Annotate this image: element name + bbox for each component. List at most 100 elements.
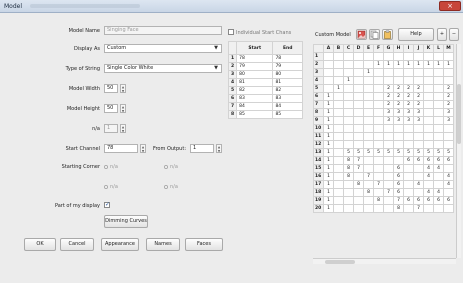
grid-cell[interactable] (333, 60, 344, 69)
grid-cell[interactable]: 1 (323, 92, 334, 101)
grid-cell[interactable]: 1 (343, 76, 354, 85)
grid-cell[interactable]: 1 (423, 60, 434, 69)
grid-cell[interactable] (353, 84, 364, 93)
grid-cell[interactable]: 2 (383, 100, 394, 109)
grid-cell[interactable] (383, 180, 394, 189)
scroll-thumb[interactable] (457, 84, 461, 144)
range-end-cell[interactable]: 80 (272, 70, 303, 79)
grid-cell[interactable] (443, 204, 454, 213)
grid-cell[interactable] (333, 76, 344, 85)
grid-cell[interactable]: 2 (383, 92, 394, 101)
scroll-thumb[interactable] (325, 260, 355, 264)
range-end-cell[interactable]: 81 (272, 78, 303, 87)
grid-cell[interactable]: 7 (393, 196, 404, 205)
grid-cell[interactable] (423, 92, 434, 101)
grid-cell[interactable] (403, 132, 414, 141)
grid-cell[interactable] (393, 132, 404, 141)
grid-cell[interactable]: 5 (403, 148, 414, 157)
type-of-string-select[interactable]: Single Color White ▼ (104, 64, 222, 73)
grid-cell[interactable] (363, 164, 374, 173)
grid-cell[interactable]: 3 (383, 116, 394, 125)
grid-cell[interactable] (423, 100, 434, 109)
radio-corner-3[interactable]: n/a (104, 184, 118, 190)
range-end-cell[interactable]: 84 (272, 102, 303, 111)
grid-cell[interactable]: 5 (383, 148, 394, 157)
grid-cell[interactable] (413, 52, 424, 61)
grid-cell[interactable] (393, 52, 404, 61)
grid-cell[interactable] (333, 204, 344, 213)
grid-cell[interactable]: 1 (323, 116, 334, 125)
grid-cell[interactable] (373, 52, 384, 61)
grid-cell[interactable] (343, 60, 354, 69)
range-start-cell[interactable]: 80 (236, 70, 274, 79)
grid-cell[interactable]: 2 (393, 100, 404, 109)
grid-cell[interactable]: 5 (443, 148, 454, 157)
grid-cell[interactable] (433, 92, 444, 101)
grid-cell[interactable] (423, 132, 434, 141)
grid-cell[interactable]: 2 (443, 92, 454, 101)
grid-cell[interactable]: 7 (353, 156, 364, 165)
grid-cell[interactable]: 6 (423, 156, 434, 165)
grid-cell[interactable] (343, 140, 354, 149)
grid-cell[interactable] (403, 140, 414, 149)
grid-cell[interactable]: 1 (323, 188, 334, 197)
grid-cell[interactable] (433, 68, 444, 77)
grid-cell[interactable] (423, 116, 434, 125)
grid-cell[interactable] (333, 108, 344, 117)
grid-cell[interactable] (363, 116, 374, 125)
grid-cell[interactable]: 4 (443, 180, 454, 189)
display-as-select[interactable]: Custom ▼ (104, 44, 222, 53)
grid-cell[interactable]: 1 (323, 196, 334, 205)
grid-cell[interactable] (363, 84, 374, 93)
range-end-cell[interactable]: 79 (272, 62, 303, 71)
grid-cell[interactable] (333, 148, 344, 157)
grid-cell[interactable] (363, 52, 374, 61)
appearance-button[interactable]: Appearance (101, 238, 139, 251)
grid-cell[interactable] (433, 84, 444, 93)
grid-cell[interactable] (373, 100, 384, 109)
grid-cell[interactable] (373, 92, 384, 101)
grid-cell[interactable]: 1 (323, 164, 334, 173)
grid-cell[interactable]: 5 (353, 148, 364, 157)
grid-cell[interactable] (383, 124, 394, 133)
grid-cell[interactable] (413, 140, 424, 149)
grid-cell[interactable] (343, 84, 354, 93)
grid-cell[interactable]: 2 (413, 84, 424, 93)
grid-cell[interactable]: 5 (343, 148, 354, 157)
grid-cell[interactable]: 8 (343, 172, 354, 181)
grid-cell[interactable] (333, 188, 344, 197)
na-input[interactable]: 1 (104, 124, 118, 133)
grid-cell[interactable]: 4 (443, 172, 454, 181)
na-stepper[interactable]: ▲ ▼ (120, 124, 126, 133)
grid-cell[interactable]: 4 (413, 180, 424, 189)
grid-cell[interactable]: 3 (443, 108, 454, 117)
grid-cell[interactable]: 6 (403, 156, 414, 165)
from-output-stepper[interactable]: ▲ ▼ (216, 144, 222, 153)
grid-cell[interactable] (373, 108, 384, 117)
grid-cell[interactable] (353, 204, 364, 213)
grid-cell[interactable]: 5 (433, 148, 444, 157)
grid-cell[interactable]: 5 (363, 148, 374, 157)
grid-cell[interactable] (413, 172, 424, 181)
grid-cell[interactable]: 7 (413, 204, 424, 213)
grid-cell[interactable] (433, 100, 444, 109)
grid-cell[interactable] (413, 76, 424, 85)
grid-cell[interactable]: 1 (323, 132, 334, 141)
grid-cell[interactable] (343, 92, 354, 101)
grid-cell[interactable] (403, 172, 414, 181)
grid-cell[interactable] (393, 68, 404, 77)
grid-cell[interactable] (383, 172, 394, 181)
grid-cell[interactable] (413, 164, 424, 173)
grid-cell[interactable]: 3 (393, 116, 404, 125)
dimming-curves-button[interactable]: Dimming Curves (104, 215, 148, 228)
grid-cell[interactable]: 3 (393, 108, 404, 117)
grid-cell[interactable]: 5 (413, 148, 424, 157)
range-start-cell[interactable]: 79 (236, 62, 274, 71)
part-of-display-checkbox[interactable] (104, 201, 110, 208)
grid-cell[interactable] (323, 68, 334, 77)
radio-corner-1[interactable]: n/a (104, 164, 118, 170)
grid-cell[interactable] (323, 52, 334, 61)
range-end-cell[interactable]: 82 (272, 86, 303, 95)
range-start-cell[interactable]: 85 (236, 110, 274, 119)
vertical-scrollbar[interactable] (456, 44, 461, 258)
